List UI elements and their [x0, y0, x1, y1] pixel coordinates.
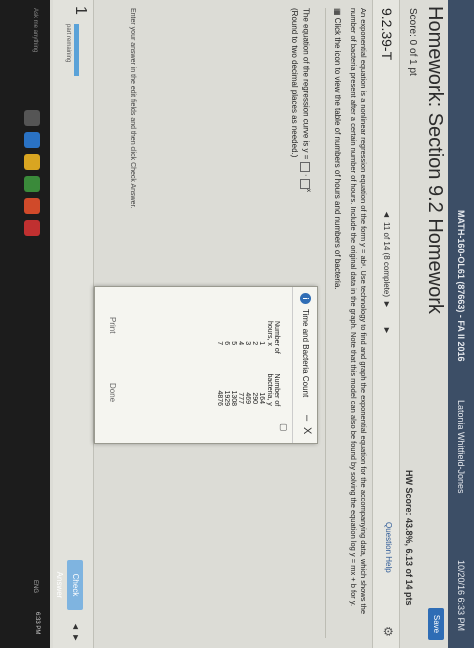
screen: MATH-160-OL61 (87663) - FA II 2016 Laton…	[0, 0, 474, 648]
dialog-title: Time and Bacteria Count	[301, 309, 310, 398]
cell-hours: 2	[251, 341, 258, 346]
store-icon[interactable]	[24, 176, 40, 192]
language-indicator[interactable]: ENG	[32, 580, 38, 593]
print-button[interactable]: Print	[108, 317, 117, 333]
cell-hours: 6	[223, 341, 230, 346]
footer: 1 part remaining Check Answer ◄ ►	[53, 0, 94, 648]
header-time: 10/20/16 6:33 PM	[456, 560, 466, 632]
table-row: 1 164	[258, 317, 265, 427]
rounding-note: (Round to two decimal places as needed.)	[290, 8, 300, 158]
user-name[interactable]: Latonia Whitfield-Jones	[456, 400, 466, 494]
divider	[325, 8, 326, 638]
cell-hours: 7	[216, 341, 223, 346]
table-row: 2 290	[251, 317, 258, 427]
answer-a-field[interactable]	[300, 161, 311, 172]
file-explorer-icon[interactable]	[24, 154, 40, 170]
cell-bacteria: 164	[258, 392, 265, 405]
cell-hours: 3	[244, 341, 251, 346]
info-icon: i	[300, 293, 311, 304]
next-question-button[interactable]: ►	[382, 326, 392, 335]
cell-hours: 5	[230, 341, 237, 346]
taskbar: Ask me anything ENG 6:33 PM	[0, 0, 50, 648]
eq-prompt: The equation of the regression curve is …	[301, 8, 311, 160]
parts-remaining-label: part remaining	[65, 24, 71, 63]
cell-bacteria: 777	[237, 392, 244, 405]
save-button[interactable]: Save	[428, 608, 444, 640]
problem-text: An exponential equation is a nonlinear r…	[349, 8, 368, 614]
answer-b-field[interactable]	[300, 178, 311, 189]
data-table-dialog: i Time and Bacteria Count – X ▢ Number o…	[94, 286, 318, 444]
parts-progress-bar	[74, 24, 79, 76]
gear-icon[interactable]: ⚙	[381, 626, 395, 637]
question-nav: 9.2.39-T ◄ 11 of 14 (8 complete) ► ► Que…	[372, 0, 400, 648]
question-help-button[interactable]: Question Help	[384, 522, 393, 573]
data-table: Number of hours, x Number of bacteria, y…	[216, 317, 281, 427]
table-row: 3 469	[244, 317, 251, 427]
times-symbol: ·	[301, 173, 311, 177]
question-number: 9.2.39-T	[379, 8, 395, 61]
score-text: Score: 0 of 1 pt	[407, 8, 418, 76]
footer-nav-arrows[interactable]: ◄ ►	[71, 622, 81, 642]
cell-bacteria: 290	[251, 392, 258, 405]
hw-score-text: HW Score: 43.8%, 6.13 of 14 pts	[404, 470, 414, 606]
cell-bacteria: 469	[244, 392, 251, 405]
data-table-link-text[interactable]: Click the icon to view the table of numb…	[333, 18, 342, 290]
taskbar-search[interactable]: Ask me anything	[32, 8, 38, 52]
question-progress[interactable]: 11 of 14 (8 complete)	[382, 222, 391, 297]
cell-hours: 4	[237, 341, 244, 346]
done-button[interactable]: Done	[108, 383, 117, 402]
cell-bacteria: 4876	[216, 390, 223, 407]
answer-area: The equation of the regression curve is …	[289, 8, 314, 192]
page-title: Homework: Section 9.2 Homework	[424, 6, 446, 314]
progress-dropdown-icon[interactable]: ►	[382, 300, 392, 309]
app-icon[interactable]	[24, 220, 40, 236]
dialog-header: i Time and Bacteria Count – X	[292, 287, 317, 443]
cell-bacteria: 1929	[223, 390, 230, 407]
cell-bacteria: 1308	[230, 390, 237, 407]
top-bar: MATH-160-OL61 (87663) - FA II 2016 Laton…	[448, 0, 474, 648]
taskbar-clock[interactable]: 6:33 PM	[34, 612, 40, 634]
table-row: 6 1929	[223, 317, 230, 427]
data-table-link[interactable]: ▦ Click the icon to view the table of nu…	[333, 8, 342, 290]
edge-icon[interactable]	[24, 132, 40, 148]
table-row: 5 1308	[230, 317, 237, 427]
col-header-bacteria: Number of bacteria, y	[266, 373, 280, 407]
col-header-hours: Number of hours, x	[266, 321, 280, 354]
exponent-x: x	[305, 188, 312, 193]
parts-remaining-count: 1	[72, 6, 89, 15]
table-icon[interactable]: ▦	[333, 8, 342, 16]
course-name: MATH-160-OL61 (87663) - FA II 2016	[456, 210, 466, 362]
enter-instruction: Enter your answer in the edit fields and…	[129, 8, 136, 209]
minimize-button[interactable]: –	[301, 415, 313, 421]
table-row: 7 4876	[216, 317, 223, 427]
check-answer-button[interactable]: Check Answer	[55, 560, 83, 610]
cell-hours: 1	[258, 341, 265, 346]
table-row: 4 777	[237, 317, 244, 427]
task-view-icon[interactable]	[24, 110, 40, 126]
prev-question-button[interactable]: ◄	[382, 210, 392, 219]
chrome-icon[interactable]	[24, 198, 40, 214]
close-button[interactable]: X	[301, 427, 313, 434]
